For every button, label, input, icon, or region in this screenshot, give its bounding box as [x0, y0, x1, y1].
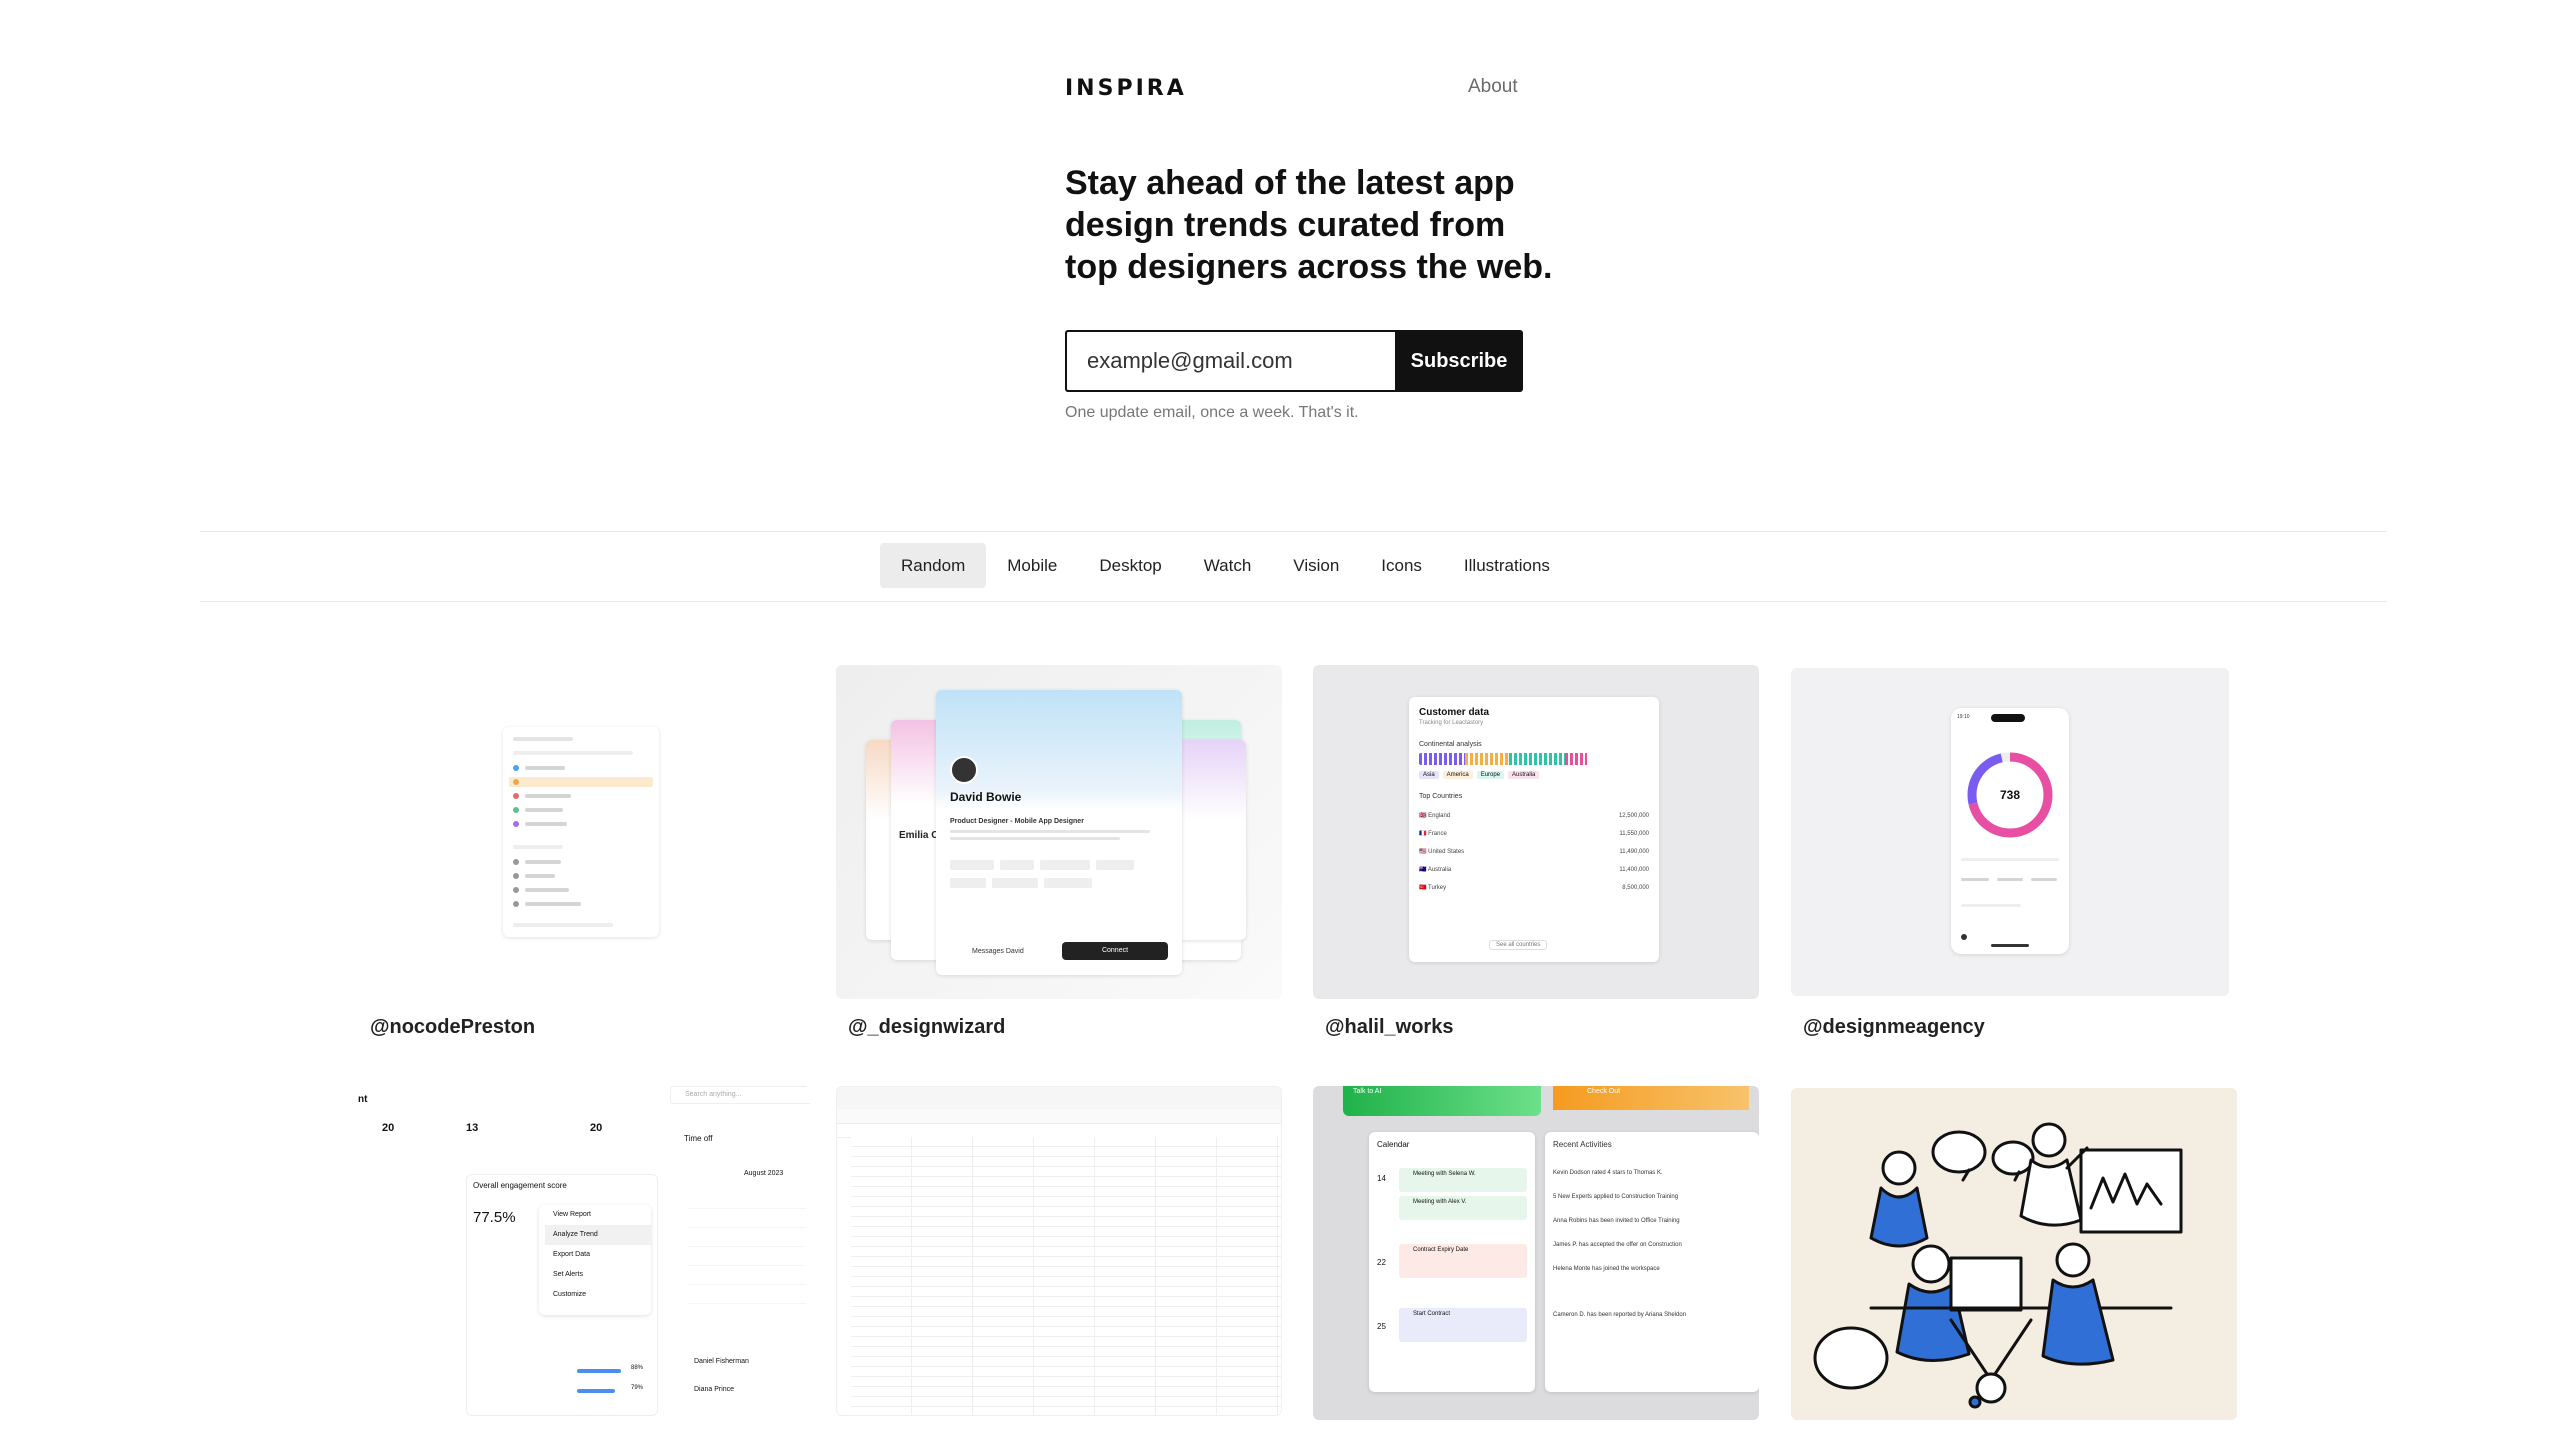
menu-item: Analyze Trend: [545, 1225, 651, 1245]
profile-name: David Bowie: [950, 790, 1022, 804]
person-1: Daniel Fisherman: [694, 1358, 749, 1365]
event: Meeting with Alex V.: [1399, 1196, 1527, 1220]
subscribe-note: One update email, once a week. That's it…: [1065, 404, 1359, 421]
activity: Cameron D. has been reported by Ariana S…: [1553, 1312, 1687, 1318]
menu-item: Set Alerts: [553, 1271, 583, 1278]
engagement-score: 77.5%: [473, 1209, 516, 1226]
dashboard-search: Search anything...: [670, 1086, 810, 1104]
activity: Anna Robins has been invited to Office T…: [1553, 1218, 1680, 1224]
shot-card-7[interactable]: Talk to AI Check Out Calendar 14 Meeting…: [1313, 1086, 1759, 1420]
card-handle-2[interactable]: @_designwizard: [848, 1016, 1005, 1039]
phone-time: 19:10: [1957, 714, 1970, 720]
country-row: 🇺🇸 United States 11,490,000: [1419, 849, 1649, 855]
divider-bottom: [200, 601, 2386, 602]
divider-top: [200, 531, 2386, 532]
event: Contract Expiry Date: [1399, 1244, 1527, 1278]
time-off-label: Time off: [684, 1134, 713, 1143]
card-handle-3[interactable]: @halil_works: [1325, 1016, 1453, 1039]
menu-item: Export Data: [553, 1251, 590, 1258]
activity: Kevin Dodson rated 4 stars to Thomas K.: [1553, 1170, 1663, 1176]
shot-card-6[interactable]: [836, 1086, 1282, 1416]
activity: Helena Monte has joined the workspace: [1553, 1266, 1660, 1272]
about-link[interactable]: About: [1468, 76, 1518, 98]
tag-australia: Australia: [1508, 771, 1540, 779]
tab-watch[interactable]: Watch: [1183, 543, 1273, 588]
check-out-button: Check Out: [1587, 1088, 1621, 1095]
team-illustration: [1813, 1122, 2183, 1409]
continental-label: Continental analysis: [1419, 741, 1482, 748]
tab-icons[interactable]: Icons: [1360, 543, 1443, 588]
gauge-value: 738: [1999, 788, 2021, 802]
tab-illustrations[interactable]: Illustrations: [1443, 543, 1571, 588]
talk-to-ai: Talk to AI: [1353, 1088, 1382, 1095]
tab-vision[interactable]: Vision: [1272, 543, 1360, 588]
activity: 5 New Experts applied to Construction Tr…: [1553, 1194, 1679, 1200]
card-handle-1[interactable]: @nocodePreston: [370, 1016, 535, 1039]
profile-title: Product Designer - Mobile App Designer: [950, 818, 1084, 825]
subscribe-form: Subscribe: [1065, 330, 1523, 392]
day-label: 22: [1377, 1258, 1386, 1267]
tag-asia: Asia: [1419, 771, 1439, 779]
customer-panel: Customer data Tracking for Leactastory C…: [1409, 697, 1659, 962]
country-row: 🇦🇺 Australia 11,400,000: [1419, 867, 1649, 873]
leave-requests-stat: 13: [466, 1122, 479, 1134]
shot-card-5[interactable]: nt Search anything... 20 13 20 Overall e…: [358, 1086, 810, 1416]
top-countries-label: Top Countries: [1419, 793, 1463, 800]
score-title: Overall engagement score: [473, 1181, 567, 1190]
settings-panel: [503, 727, 659, 937]
country-row: 🇬🇧 England 12,500,000: [1419, 813, 1649, 819]
day-label: 14: [1377, 1174, 1386, 1183]
profile-card: David Bowie Product Designer - Mobile Ap…: [936, 690, 1182, 975]
activities-panel: Recent Activities Kevin Dodson rated 4 s…: [1545, 1132, 1759, 1392]
context-menu: View Report Analyze Trend Export Data Se…: [539, 1205, 651, 1315]
tag-america: America: [1442, 771, 1473, 779]
person-2: Diana Prince: [694, 1386, 735, 1393]
subscribe-button[interactable]: Subscribe: [1395, 330, 1523, 392]
connect-button: Connect: [1062, 942, 1168, 960]
shot-card-3[interactable]: Customer data Tracking for Leactastory C…: [1313, 665, 1759, 999]
shot-card-8[interactable]: [1791, 1088, 2237, 1420]
tab-desktop[interactable]: Desktop: [1078, 543, 1182, 588]
country-row: 🇹🇷 Turkey 8,500,000: [1419, 885, 1649, 891]
shot-card-4[interactable]: 19:10 738: [1791, 668, 2229, 996]
new-hires-stat: 20: [382, 1122, 395, 1134]
day-label: 25: [1377, 1322, 1386, 1331]
category-tabs: Random Mobile Desktop Watch Vision Icons…: [880, 543, 1571, 588]
hero-headline: Stay ahead of the latest app design tren…: [1065, 164, 1553, 286]
message-button: Messages David: [972, 948, 1024, 955]
customer-title: Customer data: [1419, 707, 1490, 718]
recent-title: Recent Activities: [1553, 1140, 1612, 1149]
phone-frame: 19:10 738: [1951, 708, 2069, 954]
country-row: 🇫🇷 France 11,550,000: [1419, 831, 1649, 837]
shot-card-1[interactable]: [358, 665, 804, 999]
see-all-button: See all countries: [1489, 940, 1548, 950]
tab-random[interactable]: Random: [880, 543, 987, 588]
customer-subtitle: Tracking for Leactastory: [1419, 720, 1484, 726]
email-input[interactable]: [1065, 330, 1395, 392]
side-profile-name: Emilia C: [899, 830, 939, 841]
activity: James P. has accepted the offer on Const…: [1553, 1242, 1682, 1248]
pct-2: 79%: [631, 1385, 644, 1391]
reviews-due-stat: 20: [590, 1122, 603, 1134]
avatar: [950, 756, 978, 784]
calendar-month: August 2023: [744, 1170, 784, 1177]
shot-card-2[interactable]: Emilia C David Bowie Product Designer - …: [836, 665, 1282, 999]
calendar-panel: Calendar 14 Meeting with Selena W. Meeti…: [1369, 1132, 1535, 1392]
site-logo[interactable]: INSPIRA: [1065, 76, 1187, 101]
pct-1: 88%: [631, 1365, 644, 1371]
tab-mobile[interactable]: Mobile: [986, 543, 1078, 588]
card-handle-4[interactable]: @designmeagency: [1803, 1016, 1985, 1039]
calendar-title: Calendar: [1377, 1140, 1410, 1149]
event: Meeting with Selena W.: [1399, 1168, 1527, 1192]
tag-europe: Europe: [1476, 771, 1505, 779]
event: Start Contract: [1399, 1308, 1527, 1342]
menu-item: View Report: [553, 1211, 592, 1218]
menu-item: Customize: [553, 1291, 587, 1298]
